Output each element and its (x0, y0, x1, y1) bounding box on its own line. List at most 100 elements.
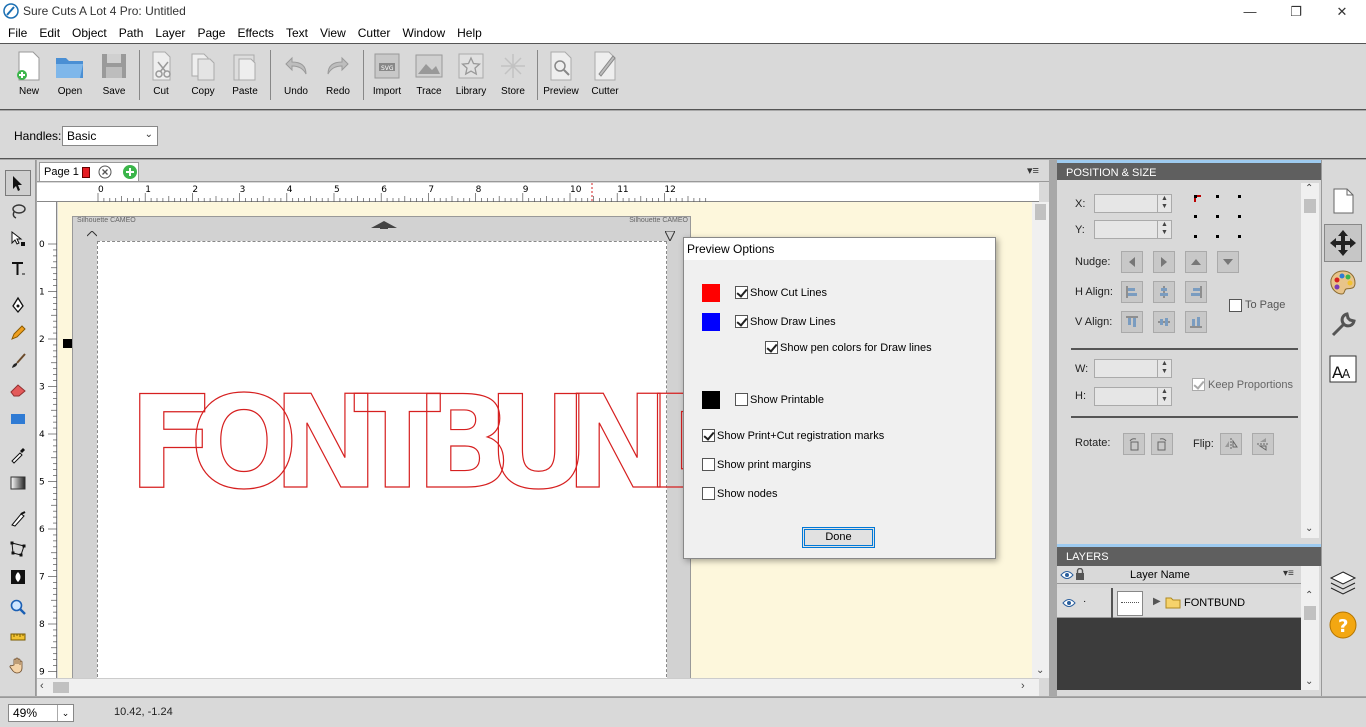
close-page-icon[interactable] (98, 165, 112, 179)
to-page-checkbox[interactable] (1229, 299, 1242, 312)
menu-text[interactable]: Text (280, 23, 314, 43)
cut-lines-color-swatch[interactable] (702, 284, 720, 302)
zoom-select[interactable]: 49% ⌄ (8, 704, 74, 722)
cutter-button[interactable]: Cutter (584, 50, 626, 106)
pan-tool[interactable] (5, 652, 31, 678)
scrollbar-thumb[interactable] (1304, 199, 1316, 213)
flip-vertical-button[interactable] (1252, 433, 1274, 455)
layer-row[interactable]: · ▶ FONTBUND (1057, 588, 1301, 618)
shadow-tool[interactable] (5, 564, 31, 590)
save-button[interactable]: Save (93, 50, 135, 106)
vertical-scrollbar[interactable]: ⌄ (1032, 202, 1049, 678)
scrollbar-thumb[interactable] (1035, 204, 1046, 220)
scroll-up-arrow[interactable]: ⌃ (1305, 183, 1313, 194)
node-tool[interactable] (5, 226, 31, 252)
align-right-button[interactable] (1185, 281, 1207, 303)
show-print-margins-checkbox[interactable] (702, 458, 715, 471)
lasso-tool[interactable] (5, 198, 31, 224)
scrollbar-thumb[interactable] (1304, 606, 1316, 620)
fontbund-outline-text[interactable]: FONTBUND (128, 368, 698, 512)
position-panel-button[interactable] (1324, 224, 1362, 262)
minimize-button[interactable]: — (1227, 0, 1273, 23)
text-panel-button[interactable]: AA (1324, 350, 1362, 388)
horizontal-scrollbar[interactable]: ‹ › (37, 678, 1039, 696)
menu-layer[interactable]: Layer (149, 23, 191, 43)
height-spinner[interactable]: ▲ ▼ (1157, 388, 1171, 405)
menu-file[interactable]: File (2, 23, 33, 43)
align-middle-v-button[interactable] (1153, 311, 1175, 333)
width-spinner[interactable]: ▲ ▼ (1157, 360, 1171, 377)
eraser-tool[interactable] (5, 376, 31, 402)
show-draw-lines-checkbox[interactable] (735, 315, 748, 328)
menu-window[interactable]: Window (396, 23, 451, 43)
preview-button[interactable]: Preview (540, 50, 582, 106)
x-field[interactable]: ▲ ▼ (1094, 194, 1172, 213)
align-left-button[interactable] (1121, 281, 1143, 303)
printable-color-swatch[interactable] (702, 391, 720, 409)
layers-menu-icon[interactable]: ▾≡ (1283, 568, 1294, 579)
done-button[interactable]: Done (802, 527, 875, 548)
layers-scrollbar[interactable]: ⌃ ⌄ (1301, 566, 1319, 690)
text-tool[interactable] (5, 256, 31, 282)
align-center-h-button[interactable] (1153, 281, 1175, 303)
redo-button[interactable]: Redo (317, 50, 359, 106)
y-spinner[interactable]: ▲ ▼ (1157, 221, 1171, 238)
eyedropper-tool[interactable] (5, 442, 31, 468)
flip-horizontal-button[interactable] (1220, 433, 1242, 455)
scroll-left-arrow[interactable]: ‹ (40, 680, 44, 692)
width-field[interactable]: ▲ ▼ (1094, 359, 1172, 378)
pen-tool[interactable] (5, 292, 31, 318)
lock-toggle[interactable]: · (1083, 596, 1086, 607)
pencil-tool[interactable] (5, 320, 31, 346)
import-button[interactable]: SVG Import (366, 50, 408, 106)
menu-cutter[interactable]: Cutter (352, 23, 397, 43)
add-page-icon[interactable] (122, 164, 138, 180)
x-spinner[interactable]: ▲ ▼ (1157, 195, 1171, 212)
draw-lines-color-swatch[interactable] (702, 313, 720, 331)
help-button[interactable]: ? (1324, 606, 1362, 644)
show-registration-checkbox[interactable] (702, 429, 715, 442)
copy-button[interactable]: Copy (182, 50, 224, 106)
menu-effects[interactable]: Effects (231, 23, 279, 43)
page-menu-icon[interactable]: ▾≡ (1027, 164, 1039, 177)
show-cut-lines-checkbox[interactable] (735, 286, 748, 299)
new-button[interactable]: New (8, 50, 50, 106)
eye-icon[interactable] (1061, 597, 1077, 609)
layers-panel-button[interactable] (1324, 564, 1362, 602)
gradient-tool[interactable] (5, 470, 31, 496)
scroll-up-arrow[interactable]: ⌃ (1305, 590, 1313, 601)
nudge-right-button[interactable] (1153, 251, 1175, 273)
menu-help[interactable]: Help (451, 23, 488, 43)
color-panel-button[interactable] (1324, 264, 1362, 302)
menu-object[interactable]: Object (66, 23, 113, 43)
nudge-up-button[interactable] (1185, 251, 1207, 273)
restore-button[interactable]: ❐ (1273, 0, 1319, 23)
transform-tool[interactable] (5, 536, 31, 562)
select-tool[interactable] (5, 170, 31, 196)
paste-button[interactable]: Paste (224, 50, 266, 106)
keep-proportions-checkbox[interactable] (1192, 378, 1205, 391)
close-button[interactable]: ✕ (1319, 0, 1365, 23)
scroll-down-arrow[interactable]: ⌄ (1305, 676, 1313, 687)
show-nodes-checkbox[interactable] (702, 487, 715, 500)
height-field[interactable]: ▲ ▼ (1094, 387, 1172, 406)
brush-tool[interactable] (5, 348, 31, 374)
tools-panel-button[interactable] (1324, 306, 1362, 344)
show-pen-colors-checkbox[interactable] (765, 341, 778, 354)
scroll-right-arrow[interactable]: › (1021, 680, 1025, 692)
library-button[interactable]: Library (450, 50, 492, 106)
scrollbar-thumb[interactable] (53, 682, 69, 693)
scroll-down-arrow[interactable]: ⌄ (1305, 523, 1313, 534)
panel-scrollbar[interactable]: ⌃ ⌄ (1301, 183, 1319, 538)
menu-page[interactable]: Page (191, 23, 231, 43)
shape-tool[interactable] (5, 406, 31, 432)
align-top-button[interactable] (1121, 311, 1143, 333)
trace-button[interactable]: Trace (408, 50, 450, 106)
menu-view[interactable]: View (314, 23, 352, 43)
handles-select[interactable]: Basic ⌄ (62, 126, 158, 146)
nudge-down-button[interactable] (1217, 251, 1239, 273)
rotate-right-button[interactable] (1151, 433, 1173, 455)
y-field[interactable]: ▲ ▼ (1094, 220, 1172, 239)
rotate-left-button[interactable] (1123, 433, 1145, 455)
zoom-tool[interactable] (5, 594, 31, 620)
